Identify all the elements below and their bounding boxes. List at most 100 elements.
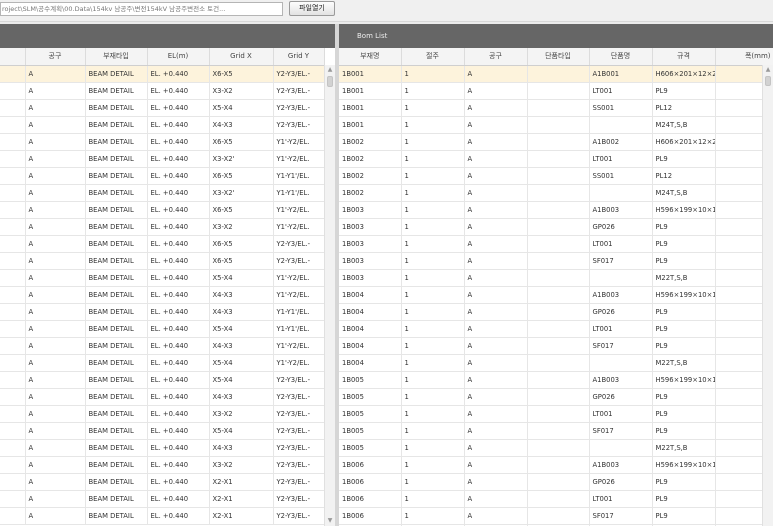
table-cell[interactable]: BEAM DETAIL	[85, 405, 148, 423]
table-cell[interactable]: EL. +0.440	[147, 405, 210, 423]
table-cell[interactable]: 1	[401, 252, 465, 270]
table-cell[interactable]: A	[464, 286, 528, 304]
table-cell[interactable]: A	[25, 150, 86, 168]
table-cell[interactable]: EL. +0.440	[147, 439, 210, 457]
table-cell[interactable]: PL12	[652, 99, 716, 117]
table-cell[interactable]: X6-X5	[209, 252, 274, 270]
table-cell[interactable]: BEAM DETAIL	[85, 218, 148, 236]
table-cell[interactable]: A	[25, 184, 86, 202]
table-cell[interactable]: Y2-Y3/EL.-	[273, 116, 325, 134]
row-header-cell[interactable]	[0, 286, 26, 304]
table-cell[interactable]: PL9	[652, 388, 716, 406]
table-cell[interactable]: SF017	[589, 507, 653, 525]
table-cell[interactable]	[527, 490, 590, 508]
table-cell[interactable]: 1B003	[339, 218, 402, 236]
table-row[interactable]: 1B004 1 A A1B003 H596×199×10×15	[339, 286, 773, 304]
table-cell[interactable]: BEAM DETAIL	[85, 150, 148, 168]
table-cell[interactable]: A	[464, 422, 528, 440]
table-cell[interactable]	[527, 218, 590, 236]
table-cell[interactable]: Y1'-Y2/EL.	[273, 218, 325, 236]
row-header-cell[interactable]	[0, 507, 26, 525]
table-cell[interactable]: BEAM DETAIL	[85, 252, 148, 270]
table-cell[interactable]: 1	[401, 507, 465, 525]
table-cell[interactable]: EL. +0.440	[147, 65, 210, 83]
table-cell[interactable]: BEAM DETAIL	[85, 201, 148, 219]
table-cell[interactable]: 1B004	[339, 354, 402, 372]
table-cell[interactable]: 1B004	[339, 320, 402, 338]
table-cell[interactable]: A	[464, 507, 528, 525]
table-cell[interactable]: A	[464, 337, 528, 355]
table-cell[interactable]: SF017	[589, 422, 653, 440]
table-cell[interactable]: 1	[401, 269, 465, 287]
table-cell[interactable]: 1B003	[339, 235, 402, 253]
row-header-cell[interactable]	[0, 252, 26, 270]
table-cell[interactable]: EL. +0.440	[147, 473, 210, 491]
table-cell[interactable]: A	[464, 354, 528, 372]
table-cell[interactable]: A1B003	[589, 286, 653, 304]
table-cell[interactable]: A	[464, 473, 528, 491]
table-row[interactable]: 1B006 1 A LT001 PL9	[339, 490, 773, 508]
table-cell[interactable]: H596×199×10×15	[652, 456, 716, 474]
row-header-cell[interactable]	[0, 354, 26, 372]
table-cell[interactable]: EL. +0.440	[147, 116, 210, 134]
table-cell[interactable]: X4-X3	[209, 337, 274, 355]
table-cell[interactable]: Y2-Y3/EL.-	[273, 422, 325, 440]
table-cell[interactable]: PL9	[652, 320, 716, 338]
table-cell[interactable]: A1B001	[589, 65, 653, 83]
table-cell[interactable]: A	[25, 371, 86, 389]
table-row[interactable]: 1B001 1 A A1B001 H606×201×12×20	[339, 65, 773, 83]
table-cell[interactable]: 1B003	[339, 252, 402, 270]
table-cell[interactable]: EL. +0.440	[147, 422, 210, 440]
table-cell[interactable]: A	[25, 354, 86, 372]
table-cell[interactable]: Y2-Y3/EL.-	[273, 99, 325, 117]
table-row[interactable]: A BEAM DETAIL EL. +0.440 X5-X4 Y2-Y3/EL.-	[0, 99, 325, 117]
row-header-cell[interactable]	[0, 65, 26, 83]
table-cell[interactable]: EL. +0.440	[147, 133, 210, 151]
table-cell[interactable]: PL9	[652, 235, 716, 253]
table-row[interactable]: 1B003 1 A A1B003 H596×199×10×15	[339, 201, 773, 219]
table-cell[interactable]: BEAM DETAIL	[85, 388, 148, 406]
table-cell[interactable]: BEAM DETAIL	[85, 269, 148, 287]
table-cell[interactable]: 1	[401, 473, 465, 491]
table-cell[interactable]: A	[25, 473, 86, 491]
row-header-cell[interactable]	[0, 405, 26, 423]
table-cell[interactable]: PL9	[652, 337, 716, 355]
table-row[interactable]: 1B004 1 A GP026 PL9	[339, 303, 773, 321]
table-cell[interactable]: 1B002	[339, 184, 402, 202]
table-row[interactable]: 1B006 1 A GP026 PL9	[339, 473, 773, 491]
table-cell[interactable]: X4-X3	[209, 116, 274, 134]
table-cell[interactable]: 1B002	[339, 150, 402, 168]
table-row[interactable]: 1B001 1 A LT001 PL9	[339, 82, 773, 100]
table-cell[interactable]: A1B002	[589, 133, 653, 151]
table-cell[interactable]: EL. +0.440	[147, 507, 210, 525]
table-cell[interactable]: 1B001	[339, 116, 402, 134]
table-row[interactable]: 1B001 1 A M24T,S,B	[339, 116, 773, 134]
col-header-grid-y[interactable]: Grid Y	[273, 48, 325, 66]
table-cell[interactable]	[527, 303, 590, 321]
row-header-cell[interactable]	[0, 218, 26, 236]
table-row[interactable]: A BEAM DETAIL EL. +0.440 X3-X2' Y1'-Y2/EL.	[0, 150, 325, 168]
table-cell[interactable]: A	[25, 82, 86, 100]
table-row[interactable]: A BEAM DETAIL EL. +0.440 X6-X5 Y2-Y3/EL.-	[0, 252, 325, 270]
table-cell[interactable]: BEAM DETAIL	[85, 286, 148, 304]
table-cell[interactable]: 1	[401, 150, 465, 168]
table-cell[interactable]: Y2-Y3/EL.-	[273, 235, 325, 253]
table-cell[interactable]: 1B001	[339, 65, 402, 83]
table-cell[interactable]: 1	[401, 116, 465, 134]
table-cell[interactable]: A	[464, 269, 528, 287]
table-cell[interactable]: A	[25, 507, 86, 525]
table-cell[interactable]: Y1'-Y2/EL.	[273, 337, 325, 355]
table-cell[interactable]: BEAM DETAIL	[85, 167, 148, 185]
row-header-cell[interactable]	[0, 473, 26, 491]
table-row[interactable]: A BEAM DETAIL EL. +0.440 X2-X1 Y2-Y3/EL.-	[0, 507, 325, 525]
table-cell[interactable]	[527, 269, 590, 287]
row-header-cell[interactable]	[0, 422, 26, 440]
row-header-cell[interactable]	[0, 337, 26, 355]
table-cell[interactable]: BEAM DETAIL	[85, 422, 148, 440]
table-row[interactable]: 1B006 1 A SF017 PL9	[339, 507, 773, 525]
table-cell[interactable]: X5-X4	[209, 354, 274, 372]
table-cell[interactable]	[527, 252, 590, 270]
table-cell[interactable]: A	[25, 405, 86, 423]
table-cell[interactable]: X2-X1	[209, 473, 274, 491]
table-cell[interactable]: A	[464, 116, 528, 134]
